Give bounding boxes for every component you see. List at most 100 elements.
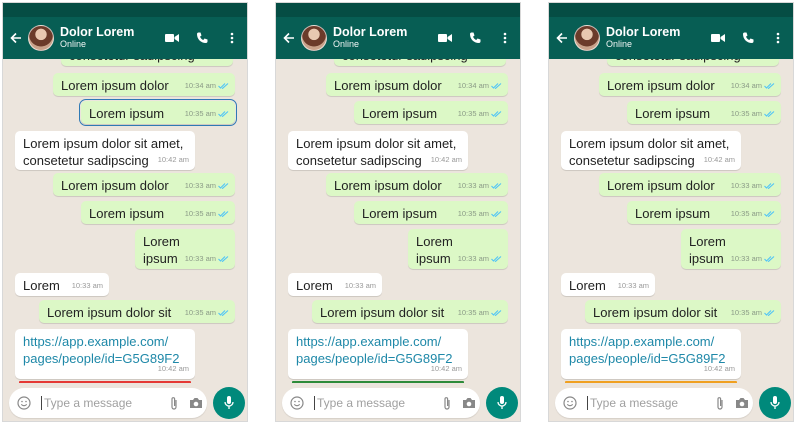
message-text: Lorem ipsum dolor sit [593, 304, 717, 321]
emoji-icon[interactable] [563, 396, 579, 410]
back-arrow-icon[interactable] [283, 32, 297, 44]
camera-icon[interactable] [185, 397, 207, 409]
message-text: Lorem ipsum [689, 233, 726, 267]
message-time: 10:33 am [730, 254, 762, 263]
camera-icon[interactable] [731, 397, 753, 409]
message-time: 10:35 am [730, 109, 762, 118]
outgoing-message[interactable]: Lorem ipsum dolor 10:33 am [53, 173, 235, 196]
outgoing-message[interactable]: Lorem ipsum 10:33 am [681, 229, 781, 269]
video-call-icon[interactable] [157, 33, 187, 43]
contact-info[interactable]: Dolor Lorem Online [606, 25, 703, 50]
message-line: Lorem [296, 278, 333, 293]
message-meta: 10:33 am [185, 177, 229, 194]
incoming-message[interactable]: Lorem ipsum dolor sit amet, consetetur sa… [561, 131, 741, 170]
message-meta: 10:35 am [731, 105, 775, 122]
outgoing-message[interactable]: Lorem ipsum 10:35 am [81, 201, 235, 224]
outgoing-message[interactable]: Lorem ipsum dolor sit 10:35 am [39, 300, 235, 323]
message-composer[interactable]: Type a message [282, 388, 480, 418]
outgoing-message[interactable]: consetetur sadipscing10:33 am [334, 59, 506, 66]
link-highlight-bar [292, 381, 464, 383]
back-arrow-icon[interactable] [10, 32, 24, 44]
message-link[interactable]: https://app.example.com/pages/people/id=… [569, 333, 725, 367]
message-time: 10:35 am [457, 209, 489, 218]
more-options-icon[interactable] [490, 32, 520, 44]
outgoing-message[interactable]: Lorem ipsum dolor 10:33 am [326, 173, 508, 196]
incoming-message[interactable]: Lorem 10:33 am [561, 273, 655, 296]
incoming-message[interactable]: https://app.example.com/pages/people/id=… [288, 329, 468, 383]
outgoing-message[interactable]: Lorem ipsum dolor sit 10:35 am [312, 300, 508, 323]
message-time: 10:35 am [457, 308, 489, 317]
incoming-message[interactable]: Lorem ipsum dolor sit amet, consetetur sa… [288, 131, 468, 170]
attach-icon[interactable] [709, 396, 731, 411]
incoming-message[interactable]: Lorem ipsum dolor sit amet, consetetur sa… [15, 131, 195, 170]
incoming-message[interactable]: Lorem 10:33 am [288, 273, 382, 296]
message-text: consetetur sadipscing [342, 59, 468, 64]
emoji-icon[interactable] [290, 396, 306, 410]
message-composer[interactable]: Type a message [555, 388, 753, 418]
outgoing-message[interactable]: consetetur sadipscing10:33 am [607, 59, 779, 66]
chat-header: Dolor Lorem Online [3, 17, 247, 59]
outgoing-message[interactable]: Lorem ipsum 10:35 am [627, 101, 781, 124]
more-options-icon[interactable] [217, 32, 247, 44]
message-line: Lorem ipsum [362, 106, 438, 121]
mic-button[interactable] [759, 387, 791, 419]
message-meta: 10:42 am [431, 360, 462, 377]
phone-call-icon[interactable] [733, 32, 763, 44]
message-meta: 10:33 am [458, 250, 502, 267]
outgoing-message[interactable]: Lorem ipsum 10:35 am [79, 99, 237, 126]
contact-status: Online [333, 38, 360, 49]
link-highlight-bar [19, 381, 191, 383]
outgoing-message[interactable]: Lorem ipsum dolor 10:34 am [53, 73, 235, 96]
message-line: https://app.example.com/ [296, 334, 442, 349]
incoming-message[interactable]: https://app.example.com/pages/people/id=… [561, 329, 741, 383]
read-receipt-icon [491, 255, 502, 262]
message-time: 10:33 am [344, 281, 376, 290]
avatar[interactable] [301, 25, 327, 51]
outgoing-message[interactable]: Lorem ipsum dolor sit 10:35 am [585, 300, 781, 323]
outgoing-message[interactable]: Lorem ipsum dolor 10:34 am [326, 73, 508, 96]
message-composer[interactable]: Type a message [9, 388, 207, 418]
message-text: Lorem ipsum [416, 233, 453, 267]
message-meta: 10:35 am [731, 304, 775, 321]
link-highlight-bar [565, 381, 737, 383]
outgoing-message[interactable]: Lorem ipsum 10:35 am [354, 101, 508, 124]
message-input[interactable]: Type a message [314, 396, 436, 410]
incoming-message[interactable]: Lorem 10:33 am [15, 273, 109, 296]
phone-call-icon[interactable] [187, 32, 217, 44]
more-options-icon[interactable] [763, 32, 793, 44]
message-list[interactable]: consetetur sadipscing10:33 am Lorem ipsum… [3, 59, 247, 383]
message-link[interactable]: https://app.example.com/pages/people/id=… [23, 333, 179, 367]
outgoing-message[interactable]: Lorem ipsum 10:33 am [135, 229, 235, 269]
message-meta: 10:42 am [431, 151, 462, 168]
outgoing-message[interactable]: Lorem ipsum 10:35 am [354, 201, 508, 224]
emoji-icon[interactable] [17, 396, 33, 410]
message-list[interactable]: consetetur sadipscing10:33 amLorem ipsum… [276, 59, 520, 383]
phone-call-icon[interactable] [460, 32, 490, 44]
avatar[interactable] [574, 25, 600, 51]
status-bar [3, 3, 247, 17]
mic-button[interactable] [213, 387, 245, 419]
avatar[interactable] [28, 25, 54, 51]
message-link[interactable]: https://app.example.com/pages/people/id=… [296, 333, 452, 367]
video-call-icon[interactable] [703, 33, 733, 43]
contact-info[interactable]: Dolor Lorem Online [60, 25, 157, 50]
incoming-message[interactable]: https://app.example.com/pages/people/id=… [15, 329, 195, 383]
outgoing-message[interactable]: Lorem ipsum dolor 10:33 am [599, 173, 781, 196]
read-receipt-icon [491, 309, 502, 316]
outgoing-message[interactable]: Lorem ipsum 10:33 am [408, 229, 508, 269]
outgoing-message[interactable]: consetetur sadipscing10:33 am [61, 59, 233, 66]
outgoing-message[interactable]: Lorem ipsum dolor 10:34 am [599, 73, 781, 96]
message-input[interactable]: Type a message [587, 396, 709, 410]
mic-button[interactable] [486, 387, 518, 419]
message-time: 10:33 am [184, 181, 216, 190]
attach-icon[interactable] [163, 396, 185, 411]
message-line: Lorem ipsum [362, 206, 438, 221]
back-arrow-icon[interactable] [556, 32, 570, 44]
attach-icon[interactable] [436, 396, 458, 411]
video-call-icon[interactable] [430, 33, 460, 43]
camera-icon[interactable] [458, 397, 480, 409]
message-list[interactable]: consetetur sadipscing10:33 am Lorem ipsum… [549, 59, 793, 383]
message-input[interactable]: Type a message [41, 396, 163, 410]
contact-info[interactable]: Dolor Lorem Online [333, 25, 430, 50]
outgoing-message[interactable]: Lorem ipsum 10:35 am [627, 201, 781, 224]
